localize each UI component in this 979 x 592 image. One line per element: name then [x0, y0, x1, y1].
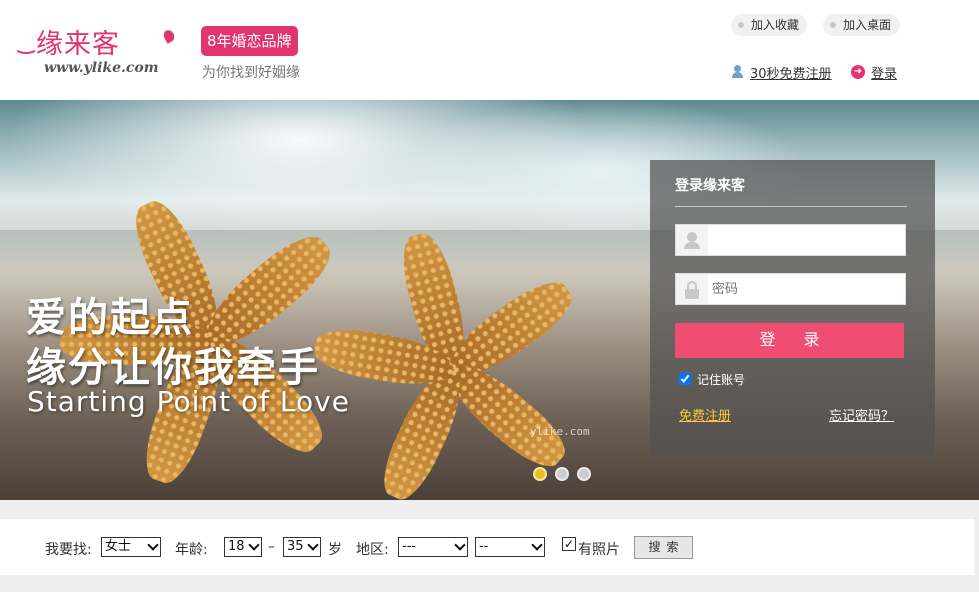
region-label: 地区: — [356, 542, 389, 558]
age-min-value: 18 — [228, 539, 245, 554]
age-min-select[interactable]: 18 — [224, 537, 262, 557]
bullet-icon — [738, 22, 744, 28]
login-link[interactable]: ➜ 登录 — [851, 63, 897, 82]
password-input[interactable] — [712, 279, 897, 299]
logo-url: www.ylike.com — [44, 60, 159, 76]
starfish-image-left — [60, 193, 341, 490]
brand-badge: 8年婚恋品牌 — [201, 26, 298, 56]
add-desktop-button[interactable]: 加入桌面 — [823, 14, 900, 36]
city-value: -- — [479, 539, 489, 554]
remember-checkbox[interactable] — [679, 373, 691, 385]
divider — [675, 206, 907, 207]
carousel-dot-3[interactable] — [577, 467, 591, 481]
has-photo-label: 有照片 — [578, 542, 620, 558]
looking-for-label: 我要找: — [45, 542, 92, 558]
province-value: --- — [402, 539, 417, 554]
age-max-select[interactable]: 35 — [283, 537, 321, 557]
banner-subtitle: Starting Point of Love — [27, 385, 350, 418]
age-separator: – — [268, 539, 275, 555]
register-link-label: 30秒免费注册 — [750, 67, 832, 82]
carousel-dot-1[interactable] — [533, 467, 547, 481]
age-label: 年龄: — [175, 542, 208, 558]
province-select[interactable]: --- — [398, 537, 468, 557]
username-input[interactable] — [712, 230, 897, 250]
heart-icon — [161, 28, 177, 44]
login-panel: 登录缘来客 登录 记住账号 免费注册 忘记密码？ — [650, 160, 935, 455]
banner-watermark: ylike.com — [530, 425, 590, 438]
gender-value: 女士 — [105, 539, 132, 554]
user-icon — [731, 65, 744, 78]
login-submit-button[interactable]: 登录 — [675, 323, 904, 358]
chevron-down-icon — [248, 539, 260, 551]
search-section: 我要找: 女士 年龄: 18 – 35 岁 地区: --- -- ✓ 有照片 搜… — [0, 500, 979, 592]
logo-text: 缘来客 — [36, 29, 120, 60]
chevron-down-icon — [531, 539, 543, 551]
age-max-value: 35 — [287, 539, 304, 554]
slogan: 为你找到好姻缘 — [202, 65, 300, 81]
chevron-down-icon — [454, 539, 466, 551]
chevron-down-icon — [307, 539, 319, 551]
chevron-down-icon — [147, 539, 159, 551]
free-register-link[interactable]: 免费注册 — [679, 405, 731, 424]
arrow-right-icon: ➜ — [851, 65, 865, 79]
remember-label: 记住账号 — [697, 373, 746, 387]
add-favorite-label: 加入收藏 — [751, 18, 800, 32]
forgot-password-link[interactable]: 忘记密码？ — [829, 405, 894, 424]
search-button[interactable]: 搜索 — [634, 536, 693, 559]
logo-swirl-icon — [14, 40, 38, 54]
gender-select[interactable]: 女士 — [101, 537, 161, 557]
bullet-icon — [830, 22, 836, 28]
carousel-dot-2[interactable] — [555, 467, 569, 481]
quick-search-bar: 我要找: 女士 年龄: 18 – 35 岁 地区: --- -- ✓ 有照片 搜… — [0, 519, 974, 575]
hero-banner: 爱的起点 缘分让你我牵手 Starting Point of Love ylik… — [0, 100, 979, 500]
site-header: 缘来客 www.ylike.com 8年婚恋品牌 为你找到好姻缘 加入收藏 加入… — [0, 0, 979, 100]
has-photo-checkbox[interactable]: ✓ — [562, 537, 576, 551]
city-select[interactable]: -- — [475, 537, 545, 557]
password-field[interactable] — [675, 273, 906, 305]
user-icon — [676, 225, 708, 255]
age-unit: 岁 — [328, 542, 342, 558]
register-link[interactable]: 30秒免费注册 — [731, 63, 832, 82]
site-logo[interactable]: 缘来客 www.ylike.com — [14, 18, 179, 80]
starfish-image-right — [311, 228, 581, 500]
username-field[interactable] — [675, 224, 906, 256]
add-favorite-button[interactable]: 加入收藏 — [731, 14, 807, 36]
lock-icon — [676, 274, 708, 304]
login-title: 登录缘来客 — [675, 178, 745, 194]
add-desktop-label: 加入桌面 — [843, 18, 892, 32]
login-link-label: 登录 — [871, 67, 898, 82]
